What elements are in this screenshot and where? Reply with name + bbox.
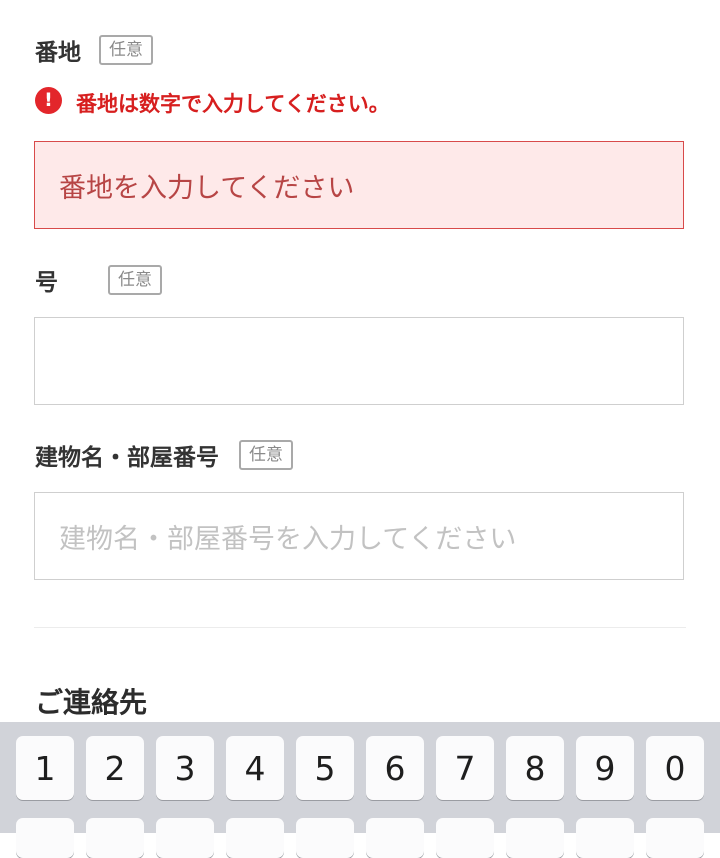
key-1[interactable]: 1 bbox=[16, 736, 74, 800]
key-0[interactable]: 0 bbox=[646, 736, 704, 800]
banchi-error-message: ! 番地は数字で入力してください。 bbox=[35, 86, 390, 118]
building-label: 建物名・部屋番号 bbox=[35, 445, 219, 471]
key-6[interactable]: 6 bbox=[366, 736, 424, 800]
banchi-label: 番地 bbox=[35, 40, 81, 66]
banchi-optional-badge: 任意 bbox=[99, 35, 153, 65]
key-4[interactable]: 4 bbox=[226, 736, 284, 800]
go-label-row: 号 任意 bbox=[35, 263, 162, 297]
banchi-error-text: 番地は数字で入力してください。 bbox=[76, 92, 390, 116]
key-row2-10[interactable] bbox=[646, 818, 704, 858]
key-row2-9[interactable] bbox=[576, 818, 634, 858]
go-input[interactable] bbox=[34, 317, 684, 405]
key-7[interactable]: 7 bbox=[436, 736, 494, 800]
building-input[interactable]: 建物名・部屋番号を入力してください bbox=[34, 492, 684, 580]
key-row2-3[interactable] bbox=[156, 818, 214, 858]
section-divider bbox=[34, 627, 686, 628]
contact-section-title: ご連絡先 bbox=[35, 686, 148, 719]
building-optional-badge: 任意 bbox=[239, 440, 293, 470]
key-8[interactable]: 8 bbox=[506, 736, 564, 800]
numeric-keyboard: 1 2 3 4 5 6 7 8 9 0 bbox=[0, 722, 720, 858]
banchi-input-placeholder: 番地を入力してください bbox=[59, 172, 355, 204]
key-row2-8[interactable] bbox=[506, 818, 564, 858]
key-9[interactable]: 9 bbox=[576, 736, 634, 800]
go-optional-badge: 任意 bbox=[108, 265, 162, 295]
key-row2-7[interactable] bbox=[436, 818, 494, 858]
banchi-label-row: 番地 任意 bbox=[35, 33, 153, 67]
key-2[interactable]: 2 bbox=[86, 736, 144, 800]
key-row2-2[interactable] bbox=[86, 818, 144, 858]
key-row2-6[interactable] bbox=[366, 818, 424, 858]
key-row2-4[interactable] bbox=[226, 818, 284, 858]
key-row2-5[interactable] bbox=[296, 818, 354, 858]
alert-icon: ! bbox=[35, 86, 62, 114]
banchi-input[interactable]: 番地を入力してください bbox=[34, 141, 684, 229]
building-input-placeholder: 建物名・部屋番号を入力してください bbox=[59, 523, 517, 555]
key-5[interactable]: 5 bbox=[296, 736, 354, 800]
building-label-row: 建物名・部屋番号 任意 bbox=[35, 438, 293, 472]
go-label: 号 bbox=[35, 270, 58, 296]
key-3[interactable]: 3 bbox=[156, 736, 214, 800]
key-row2-1[interactable] bbox=[16, 818, 74, 858]
